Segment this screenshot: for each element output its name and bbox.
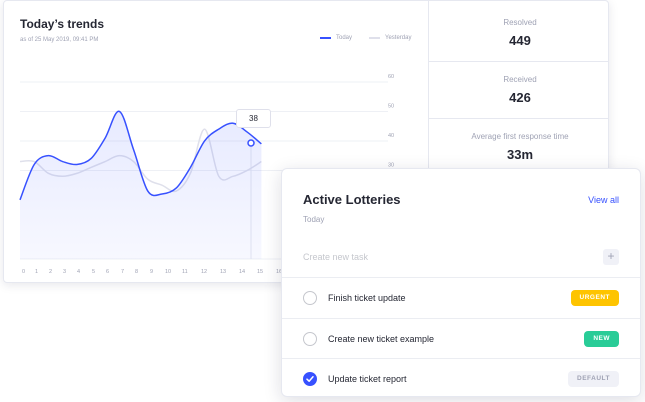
series-area-today: [20, 111, 262, 259]
x-tick-label: 11: [182, 269, 188, 275]
stat-response-time-label: Average first response time: [471, 132, 569, 141]
x-tick-label: 8: [135, 269, 138, 275]
x-tick-label: 9: [150, 269, 153, 275]
y-tick-label: 50: [388, 104, 394, 110]
y-tick-label: 40: [388, 133, 394, 139]
x-tick-label: 7: [121, 269, 124, 275]
add-task-button[interactable]: +: [603, 249, 619, 265]
y-tick-label: 60: [388, 74, 394, 80]
view-all-link[interactable]: View all: [588, 195, 619, 205]
task-label: Update ticket report: [328, 373, 407, 384]
hover-point: [247, 139, 255, 147]
chart-tooltip: 38: [236, 109, 271, 128]
task-row[interactable]: Finish ticket update URGENT: [282, 277, 640, 317]
x-tick-label: 3: [63, 269, 66, 275]
x-tick-label: 0: [22, 269, 25, 275]
x-tick-label: 13: [220, 269, 226, 275]
x-tick-label: 1: [35, 269, 38, 275]
stat-resolved-label: Resolved: [503, 18, 537, 27]
stat-response-time: Average first response time 33m: [429, 132, 608, 162]
new-task-row[interactable]: Create new task +: [282, 237, 640, 277]
x-tick-label: 12: [201, 269, 207, 275]
task-row[interactable]: Update ticket report DEFAULT: [282, 358, 640, 396]
stat-received-value: 426: [509, 90, 531, 105]
badge-urgent: URGENT: [570, 289, 619, 306]
x-tick-label: 15: [257, 269, 263, 275]
stat-resolved: Resolved 449: [429, 18, 608, 48]
task-label: Finish ticket update: [328, 292, 406, 303]
task-label: Create new ticket example: [328, 333, 435, 344]
task-checkbox-checked[interactable]: [303, 371, 317, 386]
new-task-input[interactable]: Create new task: [303, 252, 368, 262]
badge-default: DEFAULT: [568, 370, 619, 387]
stat-received: Received 426: [429, 75, 608, 105]
x-tick-label: 2: [49, 269, 52, 275]
active-lotteries-card: Active Lotteries Today View all Create n…: [281, 168, 641, 397]
task-checkbox[interactable]: [303, 331, 317, 346]
stat-response-time-value: 33m: [506, 147, 534, 162]
lotteries-subtitle: Today: [303, 215, 325, 224]
lotteries-title: Active Lotteries: [303, 192, 401, 207]
task-row[interactable]: Create new ticket example NEW: [282, 318, 640, 358]
stat-received-label: Received: [503, 75, 537, 84]
stat-divider: [429, 118, 608, 119]
x-tick-label: 10: [165, 269, 171, 275]
x-tick-label: 5: [92, 269, 95, 275]
x-tick-label: 6: [106, 269, 109, 275]
badge-new: NEW: [584, 330, 619, 347]
x-tick-label: 4: [77, 269, 80, 275]
stat-resolved-value: 449: [509, 33, 531, 48]
task-checkbox[interactable]: [303, 290, 317, 305]
stat-divider: [429, 61, 608, 62]
checkmark-icon: [306, 375, 314, 382]
x-tick-label: 14: [239, 269, 245, 275]
